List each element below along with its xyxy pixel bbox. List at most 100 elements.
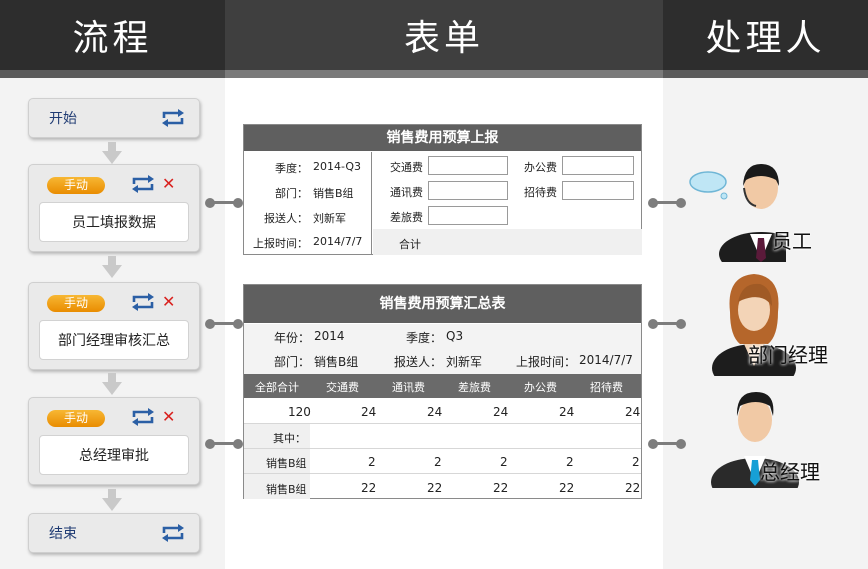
- table-cell: 120: [288, 405, 311, 419]
- down-arrow-icon: [102, 489, 122, 511]
- connector-dot: [233, 198, 243, 208]
- time-label: 上报时间：: [516, 355, 577, 369]
- row-name: 销售B组: [266, 457, 307, 470]
- office-input[interactable]: [562, 156, 634, 175]
- flow-end-node[interactable]: 结束: [28, 513, 200, 553]
- table-cell: 24: [427, 405, 443, 419]
- total-label: 合计: [399, 238, 421, 251]
- role-label: 员工: [772, 229, 812, 253]
- transport-input[interactable]: [428, 156, 508, 175]
- field-label: 招待费: [524, 186, 557, 199]
- refresh-icon[interactable]: [131, 408, 155, 426]
- column-header: 交通费: [326, 381, 359, 394]
- year-label: 年份：: [274, 331, 311, 345]
- table-cell: 22: [625, 481, 641, 495]
- end-label: 结束: [49, 526, 77, 542]
- column-header: 全部合计: [255, 381, 299, 394]
- connector-dot: [676, 319, 686, 329]
- row-name: 销售B组: [266, 483, 307, 496]
- header-handler: 处理人: [663, 0, 868, 70]
- manual-badge[interactable]: 手动: [47, 295, 105, 312]
- connector-dot: [233, 319, 243, 329]
- employee-avatar: [689, 164, 786, 262]
- season-label: 季度：: [275, 162, 308, 175]
- table-cell: 22: [427, 481, 443, 495]
- step-task-label[interactable]: 员工填报数据: [39, 202, 189, 242]
- sub-label: 其中：: [273, 432, 306, 445]
- time-label: 上报时间：: [253, 237, 308, 250]
- table-cell: 2: [632, 455, 640, 469]
- form-title: 销售费用预算上报: [244, 125, 641, 151]
- flow-step-node[interactable]: 手动 ✕ 部门经理审核汇总: [28, 282, 200, 370]
- row-divider: [244, 473, 641, 474]
- close-icon[interactable]: ✕: [162, 407, 175, 426]
- dept-label: 部门：: [274, 355, 311, 369]
- travel-input[interactable]: [428, 206, 508, 225]
- close-icon[interactable]: ✕: [162, 174, 175, 193]
- header-underline: [225, 70, 663, 78]
- form-fields: 交通费 办公费 通讯费 招待费 差旅费 合计: [373, 152, 642, 255]
- row-divider: [244, 448, 641, 449]
- close-icon[interactable]: ✕: [162, 292, 175, 311]
- table-cell: 2: [368, 455, 376, 469]
- table-cell: 24: [361, 405, 377, 419]
- table-cell: 22: [559, 481, 575, 495]
- step-task-label[interactable]: 部门经理审核汇总: [39, 320, 189, 360]
- summary-meta: 年份： 2014 季度： Q3 部门： 销售B组 报送人： 刘新军 上报时间： …: [244, 324, 641, 374]
- header-flow: 流程: [0, 0, 225, 70]
- season-label: 季度：: [406, 331, 443, 345]
- connector-dot: [676, 439, 686, 449]
- table-cell: 22: [361, 481, 377, 495]
- flow-step-node[interactable]: 手动 ✕ 总经理审批: [28, 397, 200, 485]
- flow-step-node[interactable]: 手动 ✕ 员工填报数据: [28, 164, 200, 252]
- field-label: 交通费: [390, 161, 423, 174]
- budget-report-form: 销售费用预算上报 季度： 2014-Q3 部门： 销售B组 报送人： 刘新军 上报时间…: [243, 124, 642, 255]
- connector-dot: [233, 439, 243, 449]
- entertainment-input[interactable]: [562, 181, 634, 200]
- down-arrow-icon: [102, 256, 122, 278]
- step-task-label[interactable]: 总经理审批: [39, 435, 189, 475]
- year-value: 2014: [314, 329, 345, 343]
- column-header: 招待费: [590, 381, 623, 394]
- form-meta: 季度： 2014-Q3 部门： 销售B组 报送人： 刘新军 上报时间： 2014/7/7: [244, 152, 372, 255]
- season-value: 2014-Q3: [313, 160, 362, 173]
- reporter-value: 刘新军: [446, 355, 483, 369]
- table-cell: 22: [493, 481, 509, 495]
- column-header: 通讯费: [392, 381, 425, 394]
- refresh-icon[interactable]: [131, 293, 155, 311]
- flow-start-node[interactable]: 开始: [28, 98, 200, 138]
- refresh-icon[interactable]: [161, 109, 185, 127]
- row-divider: [244, 423, 641, 424]
- field-label: 通讯费: [390, 186, 423, 199]
- time-value: 2014/7/7: [579, 353, 633, 367]
- role-label: 部门经理: [748, 343, 828, 367]
- down-arrow-icon: [102, 142, 122, 164]
- reporter-value: 刘新军: [313, 212, 346, 225]
- dept-value: 销售B组: [314, 355, 359, 369]
- down-arrow-icon: [102, 373, 122, 395]
- table-cell: 24: [625, 405, 641, 419]
- manual-badge[interactable]: 手动: [47, 177, 105, 194]
- time-value: 2014/7/7: [313, 235, 363, 248]
- field-label: 办公费: [524, 161, 557, 174]
- column-header: 差旅费: [458, 381, 491, 394]
- field-label: 差旅费: [390, 211, 423, 224]
- form-title: 销售费用预算汇总表: [244, 285, 641, 323]
- summary-table-body: 120 24 24 24 24 24 其中： 销售B组 2 2 2 2 2 销售…: [244, 398, 641, 499]
- telecom-input[interactable]: [428, 181, 508, 200]
- manual-badge[interactable]: 手动: [47, 410, 105, 427]
- reporter-label: 报送人：: [264, 212, 308, 225]
- start-label: 开始: [49, 111, 77, 127]
- table-cell: 2: [500, 455, 508, 469]
- reporter-label: 报送人：: [394, 355, 443, 369]
- role-label: 总经理: [760, 460, 820, 484]
- connector-dot: [676, 198, 686, 208]
- dept-label: 部门：: [275, 187, 308, 200]
- summary-table-header: 全部合计 交通费 通讯费 差旅费 办公费 招待费: [244, 374, 641, 398]
- refresh-icon[interactable]: [161, 524, 185, 542]
- header-underline: [663, 70, 868, 78]
- refresh-icon[interactable]: [131, 175, 155, 193]
- table-cell: 24: [559, 405, 575, 419]
- budget-summary-form: 销售费用预算汇总表 年份： 2014 季度： Q3 部门： 销售B组 报送人： …: [243, 284, 642, 499]
- header-underline: [0, 70, 225, 78]
